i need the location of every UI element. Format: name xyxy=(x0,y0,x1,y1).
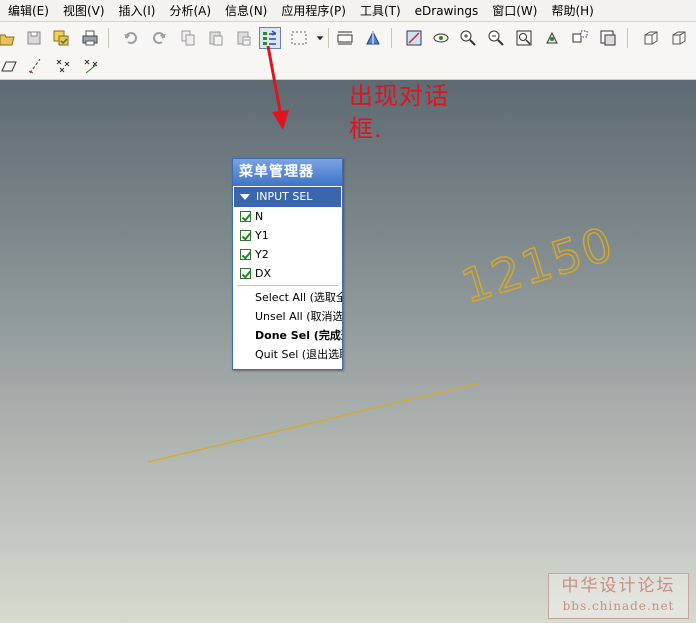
paste-special-icon[interactable] xyxy=(233,27,255,49)
dimension-icon[interactable] xyxy=(334,27,356,49)
unselect-all-command[interactable]: Unsel All (取消选 xyxy=(233,307,342,326)
checkbox-row-y2[interactable]: Y2 xyxy=(233,245,342,264)
checkbox-row-dx[interactable]: DX xyxy=(233,264,342,283)
box-alt-icon[interactable] xyxy=(668,27,690,49)
toolbar xyxy=(0,22,696,80)
shaded-icon[interactable] xyxy=(362,27,384,49)
menu-bar: 编辑(E) 视图(V) 插入(I) 分析(A) 信息(N) 应用程序(P) 工具… xyxy=(0,0,696,22)
checkbox-label: DX xyxy=(255,267,272,280)
checkbox-row-n[interactable]: N xyxy=(233,207,342,226)
redo-icon[interactable] xyxy=(148,27,170,49)
annotation-text: 出现对话框. xyxy=(349,82,449,143)
datum-plane-icon[interactable] xyxy=(0,55,20,77)
menu-analysis[interactable]: 分析(A) xyxy=(161,0,217,22)
menu-view[interactable]: 视图(V) xyxy=(55,0,111,22)
checkbox-label: N xyxy=(255,210,264,223)
watermark-url: bbs.chinade.net xyxy=(562,599,675,613)
menu-edrawings[interactable]: eDrawings xyxy=(407,0,485,22)
box-icon[interactable] xyxy=(640,27,662,49)
checkbox-checked-icon[interactable] xyxy=(240,211,251,222)
dropdown-arrow-icon[interactable] xyxy=(313,27,327,49)
undo-icon[interactable] xyxy=(120,27,142,49)
section-header-label: INPUT SEL xyxy=(256,190,313,203)
select-box-icon[interactable] xyxy=(288,27,310,49)
layers-icon[interactable] xyxy=(597,27,619,49)
named-view-icon[interactable] xyxy=(403,27,425,49)
checkbox-checked-icon[interactable] xyxy=(240,230,251,241)
coordinate-system-icon[interactable] xyxy=(80,55,102,77)
quit-select-command[interactable]: Quit Sel (退出选取 xyxy=(233,345,342,364)
menu-insert[interactable]: 插入(I) xyxy=(111,0,162,22)
spin-center-icon[interactable] xyxy=(430,27,452,49)
checkbox-label: Y2 xyxy=(255,248,269,261)
menu-info[interactable]: 信息(N) xyxy=(217,0,273,22)
checkbox-checked-icon[interactable] xyxy=(240,249,251,260)
watermark: 中华设计论坛 bbs.chinade.net xyxy=(548,573,689,619)
refit-icon[interactable] xyxy=(513,27,535,49)
datum-axis-icon[interactable] xyxy=(24,55,46,77)
open-folder-icon[interactable] xyxy=(0,27,18,49)
done-select-command[interactable]: Done Sel (完成选 xyxy=(233,326,342,345)
checkbox-row-y1[interactable]: Y1 xyxy=(233,226,342,245)
collapse-triangle-icon[interactable] xyxy=(240,194,250,200)
save-icon[interactable] xyxy=(23,27,45,49)
menu-edit[interactable]: 编辑(E) xyxy=(0,0,55,22)
regenerate-icon[interactable] xyxy=(259,27,281,49)
print-icon[interactable] xyxy=(79,27,101,49)
watermark-title: 中华设计论坛 xyxy=(561,576,676,596)
graphics-area[interactable] xyxy=(0,80,696,623)
save-as-icon[interactable] xyxy=(50,27,72,49)
section-header[interactable]: INPUT SEL xyxy=(234,187,341,207)
checkbox-label: Y1 xyxy=(255,229,269,242)
saved-views-icon[interactable] xyxy=(569,27,591,49)
menu-manager-dialog: 菜单管理器 INPUT SEL N Y1 Y2 DX Select All (选… xyxy=(232,158,343,370)
menu-applications[interactable]: 应用程序(P) xyxy=(273,0,352,22)
menu-tools[interactable]: 工具(T) xyxy=(352,0,407,22)
orient-icon[interactable] xyxy=(541,27,563,49)
zoom-in-icon[interactable] xyxy=(457,27,479,49)
checkbox-checked-icon[interactable] xyxy=(240,268,251,279)
select-all-command[interactable]: Select All (选取全 xyxy=(233,288,342,307)
zoom-out-icon[interactable] xyxy=(485,27,507,49)
datum-point-icon[interactable] xyxy=(52,55,74,77)
menu-window[interactable]: 窗口(W) xyxy=(484,0,543,22)
copy-icon[interactable] xyxy=(177,27,199,49)
paste-icon[interactable] xyxy=(205,27,227,49)
divider xyxy=(237,285,338,286)
menu-manager-title[interactable]: 菜单管理器 xyxy=(233,159,342,186)
menu-help[interactable]: 帮助(H) xyxy=(543,0,599,22)
